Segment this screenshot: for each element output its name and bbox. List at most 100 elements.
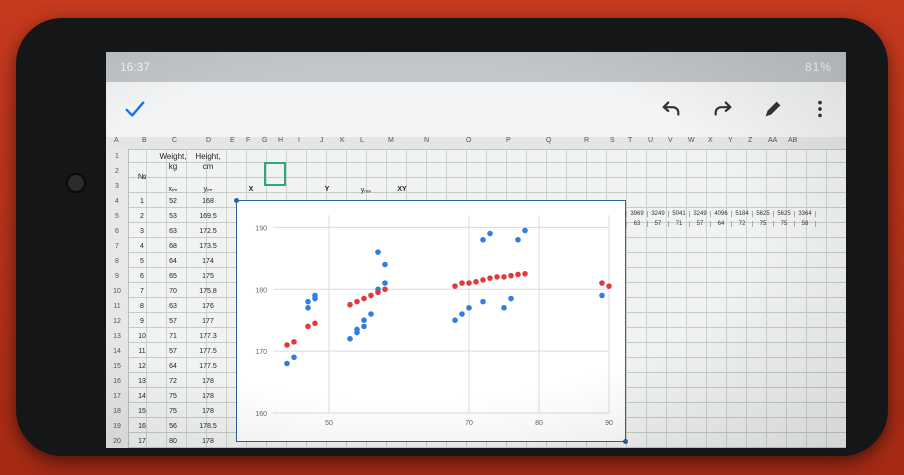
column-letter-Y[interactable]: Y bbox=[728, 137, 733, 144]
row-number[interactable]: 6 bbox=[106, 224, 128, 239]
column-letter-G[interactable]: G bbox=[262, 137, 267, 144]
column-letter-C[interactable]: C bbox=[172, 137, 177, 144]
table-cell[interactable]: 5041 bbox=[669, 211, 690, 217]
column-letter-E[interactable]: E bbox=[230, 137, 235, 144]
table-cell[interactable]: 57 bbox=[648, 221, 669, 227]
edit-button[interactable] bbox=[756, 92, 790, 126]
column-letter-X[interactable]: X bbox=[708, 137, 713, 144]
table-cell[interactable]: 8 bbox=[128, 303, 156, 310]
table-cell[interactable]: 64 bbox=[711, 221, 732, 227]
column-letter-W[interactable]: W bbox=[688, 137, 695, 144]
column-letter-M[interactable]: M bbox=[388, 137, 394, 144]
table-cell[interactable]: 178.5 bbox=[190, 423, 226, 430]
table-cell[interactable]: 71 bbox=[156, 333, 190, 340]
column-letter-T[interactable]: T bbox=[628, 137, 632, 144]
row-number[interactable]: 9 bbox=[106, 269, 128, 284]
table-cell[interactable]: 63 bbox=[627, 221, 648, 227]
more-button[interactable] bbox=[803, 92, 837, 126]
column-letter-F[interactable]: F bbox=[246, 137, 250, 144]
table-cell[interactable]: 172.5 bbox=[190, 228, 226, 235]
column-letter-J[interactable]: J bbox=[320, 137, 324, 144]
column-letter-AB[interactable]: AB bbox=[788, 137, 797, 144]
table-cell[interactable]: 16 bbox=[128, 423, 156, 430]
table-cell[interactable]: 13 bbox=[128, 378, 156, 385]
table-cell[interactable]: 17 bbox=[128, 438, 156, 445]
row-number[interactable]: 2 bbox=[106, 164, 128, 179]
scatter-chart[interactable]: 160 170 180 190 50 70 80 90 bbox=[234, 198, 628, 444]
column-letter-A[interactable]: A bbox=[114, 137, 119, 144]
column-letter-O[interactable]: O bbox=[466, 137, 471, 144]
table-cell[interactable]: 173.5 bbox=[190, 243, 226, 250]
row-number[interactable]: 17 bbox=[106, 389, 128, 404]
table-cell[interactable]: 75 bbox=[156, 408, 190, 415]
row-number[interactable]: 15 bbox=[106, 359, 128, 374]
column-letter-U[interactable]: U bbox=[648, 137, 653, 144]
table-cell[interactable]: 15 bbox=[128, 408, 156, 415]
table-cell[interactable]: 4 bbox=[128, 243, 156, 250]
table-cell[interactable]: 5184 bbox=[732, 211, 753, 217]
table-cell[interactable]: 71 bbox=[669, 221, 690, 227]
column-letter-Q[interactable]: Q bbox=[546, 137, 551, 144]
table-cell[interactable]: 9 bbox=[128, 318, 156, 325]
table-cell[interactable]: 12 bbox=[128, 363, 156, 370]
row-number[interactable]: 4 bbox=[106, 194, 128, 209]
row-number[interactable]: 13 bbox=[106, 329, 128, 344]
row-number[interactable]: 3 bbox=[106, 179, 128, 194]
table-cell[interactable]: 178 bbox=[190, 393, 226, 400]
row-number[interactable]: 12 bbox=[106, 314, 128, 329]
column-letter-B[interactable]: B bbox=[142, 137, 147, 144]
table-cell[interactable]: 177.5 bbox=[190, 348, 226, 355]
table-cell[interactable]: 5 bbox=[128, 258, 156, 265]
row-number[interactable]: 14 bbox=[106, 344, 128, 359]
column-letter-L[interactable]: L bbox=[360, 137, 364, 144]
row-number[interactable]: 16 bbox=[106, 374, 128, 389]
table-cell[interactable]: 177.3 bbox=[190, 333, 226, 340]
table-cell[interactable]: 52 bbox=[156, 198, 190, 205]
row-number[interactable]: 10 bbox=[106, 284, 128, 299]
table-cell[interactable]: 56 bbox=[156, 423, 190, 430]
row-number[interactable]: 20 bbox=[106, 434, 128, 448]
table-cell[interactable]: 177.5 bbox=[190, 363, 226, 370]
table-cell[interactable]: 3 bbox=[128, 228, 156, 235]
chart-resize-handle[interactable] bbox=[623, 439, 628, 444]
table-cell[interactable]: 175.8 bbox=[190, 288, 226, 295]
table-cell[interactable]: 168 bbox=[190, 198, 226, 205]
table-cell[interactable]: 80 bbox=[156, 438, 190, 445]
selected-cell[interactable] bbox=[264, 162, 286, 186]
table-cell[interactable]: 72 bbox=[732, 221, 753, 227]
table-cell[interactable]: 58 bbox=[795, 221, 816, 227]
table-cell[interactable]: 75 bbox=[774, 221, 795, 227]
row-number[interactable]: 7 bbox=[106, 239, 128, 254]
row-number[interactable]: 11 bbox=[106, 299, 128, 314]
table-cell[interactable]: 65 bbox=[156, 273, 190, 280]
table-cell[interactable]: 64 bbox=[156, 258, 190, 265]
row-number[interactable]: 8 bbox=[106, 254, 128, 269]
table-cell[interactable]: 1 bbox=[128, 198, 156, 205]
table-cell[interactable]: 178 bbox=[190, 438, 226, 445]
table-cell[interactable]: 3249 bbox=[648, 211, 669, 217]
column-letter-R[interactable]: R bbox=[584, 137, 589, 144]
table-cell[interactable]: 14 bbox=[128, 393, 156, 400]
redo-button[interactable] bbox=[706, 92, 740, 126]
row-number[interactable]: 19 bbox=[106, 419, 128, 434]
column-letter-P[interactable]: P bbox=[506, 137, 511, 144]
table-cell[interactable]: 6 bbox=[128, 273, 156, 280]
column-letter-N[interactable]: N bbox=[424, 137, 429, 144]
table-cell[interactable]: 169.5 bbox=[190, 213, 226, 220]
table-cell[interactable]: 57 bbox=[690, 221, 711, 227]
table-cell[interactable]: 63 bbox=[156, 228, 190, 235]
table-cell[interactable]: 176 bbox=[190, 303, 226, 310]
table-cell[interactable]: 68 bbox=[156, 243, 190, 250]
table-cell[interactable]: 57 bbox=[156, 318, 190, 325]
confirm-button[interactable] bbox=[118, 92, 152, 126]
column-letter-H[interactable]: H bbox=[278, 137, 283, 144]
column-letter-D[interactable]: D bbox=[206, 137, 211, 144]
table-cell[interactable]: 2 bbox=[128, 213, 156, 220]
table-cell[interactable]: 175 bbox=[190, 273, 226, 280]
table-cell[interactable]: 3249 bbox=[690, 211, 711, 217]
table-cell[interactable]: 5625 bbox=[753, 211, 774, 217]
table-cell[interactable]: 53 bbox=[156, 213, 190, 220]
table-cell[interactable]: 3364 bbox=[795, 211, 816, 217]
table-cell[interactable]: 75 bbox=[753, 221, 774, 227]
table-cell[interactable]: 178 bbox=[190, 408, 226, 415]
